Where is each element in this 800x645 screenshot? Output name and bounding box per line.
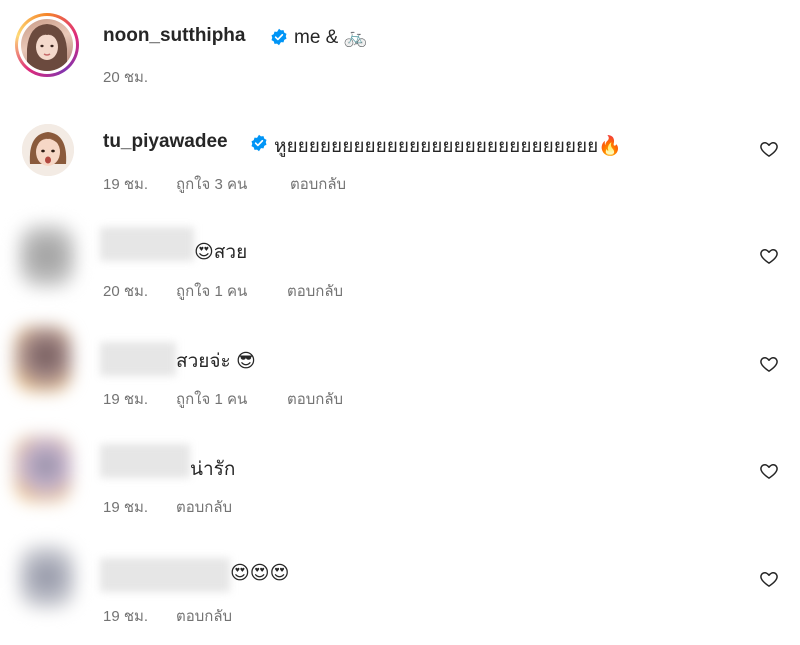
heart-icon[interactable] — [759, 246, 779, 266]
verified-badge-icon — [271, 28, 287, 46]
comment-timestamp[interactable]: 19 ชม. — [103, 172, 148, 196]
avatar[interactable] — [18, 223, 76, 289]
comment-likes-count[interactable]: ถูกใจ 3 คน — [176, 172, 247, 196]
comment-text: 😍สวย — [194, 242, 248, 263]
avatar[interactable] — [14, 326, 72, 392]
comment-text: สวยจ่ะ 😎 — [176, 351, 256, 372]
reply-button[interactable]: ตอบกลับ — [176, 604, 232, 628]
comment-text: หูยยยยยยยยยยยยยยยยยยยยยยยยยยยย🔥 — [274, 136, 622, 157]
verified-badge-icon — [251, 134, 267, 152]
comment-item: สวยจ่ะ 😎 19 ชม. ถูกใจ 1 คน ตอบกลับ — [0, 322, 800, 422]
comment-item: 😍😍😍 19 ชม. ตอบกลับ — [0, 538, 800, 638]
heart-icon[interactable] — [759, 569, 779, 589]
comment-item: น่ารัก 19 ชม. ตอบกลับ — [0, 430, 800, 530]
post-author-username[interactable]: noon_sutthipha — [103, 25, 245, 47]
reply-button[interactable]: ตอบกลับ — [176, 495, 232, 519]
avatar[interactable] — [14, 436, 72, 502]
comment-username[interactable]: tu_piyawadee — [103, 131, 228, 153]
comment-text: 😍😍😍 — [230, 563, 290, 584]
post-caption-row: noon_sutthipha me & 🚲 20 ชม. — [0, 0, 800, 100]
comment-timestamp[interactable]: 19 ชม. — [103, 495, 148, 519]
avatar-image — [22, 124, 74, 176]
avatar-image — [27, 24, 67, 71]
comment-timestamp[interactable]: 19 ชม. — [103, 387, 148, 411]
heart-icon[interactable] — [759, 139, 779, 159]
avatar[interactable] — [22, 124, 74, 176]
avatar[interactable] — [18, 544, 76, 610]
reply-button[interactable]: ตอบกลับ — [287, 387, 343, 411]
comment-likes-count[interactable]: ถูกใจ 1 คน — [176, 279, 247, 303]
ring-inner — [18, 16, 76, 74]
comment-username-redacted — [100, 342, 176, 376]
comment-username-redacted — [100, 558, 230, 592]
story-ring[interactable] — [15, 13, 79, 77]
comment-item: tu_piyawadee หูยยยยยยยยยยยยยยยยยยยยยยยยย… — [0, 110, 800, 210]
comment-timestamp[interactable]: 20 ชม. — [103, 279, 148, 303]
comment-username-redacted — [100, 227, 194, 261]
reply-button[interactable]: ตอบกลับ — [287, 279, 343, 303]
post-timestamp[interactable]: 20 ชม. — [103, 65, 148, 89]
avatar — [21, 19, 73, 71]
heart-icon[interactable] — [759, 354, 779, 374]
heart-icon[interactable] — [759, 461, 779, 481]
comment-item: 😍สวย 20 ชม. ถูกใจ 1 คน ตอบกลับ — [0, 215, 800, 315]
post-caption: me & 🚲 — [294, 27, 368, 48]
comment-likes-count[interactable]: ถูกใจ 1 คน — [176, 387, 247, 411]
reply-button[interactable]: ตอบกลับ — [290, 172, 346, 196]
comment-timestamp[interactable]: 19 ชม. — [103, 604, 148, 628]
comment-text: น่ารัก — [190, 459, 236, 480]
comment-username-redacted — [100, 444, 190, 478]
